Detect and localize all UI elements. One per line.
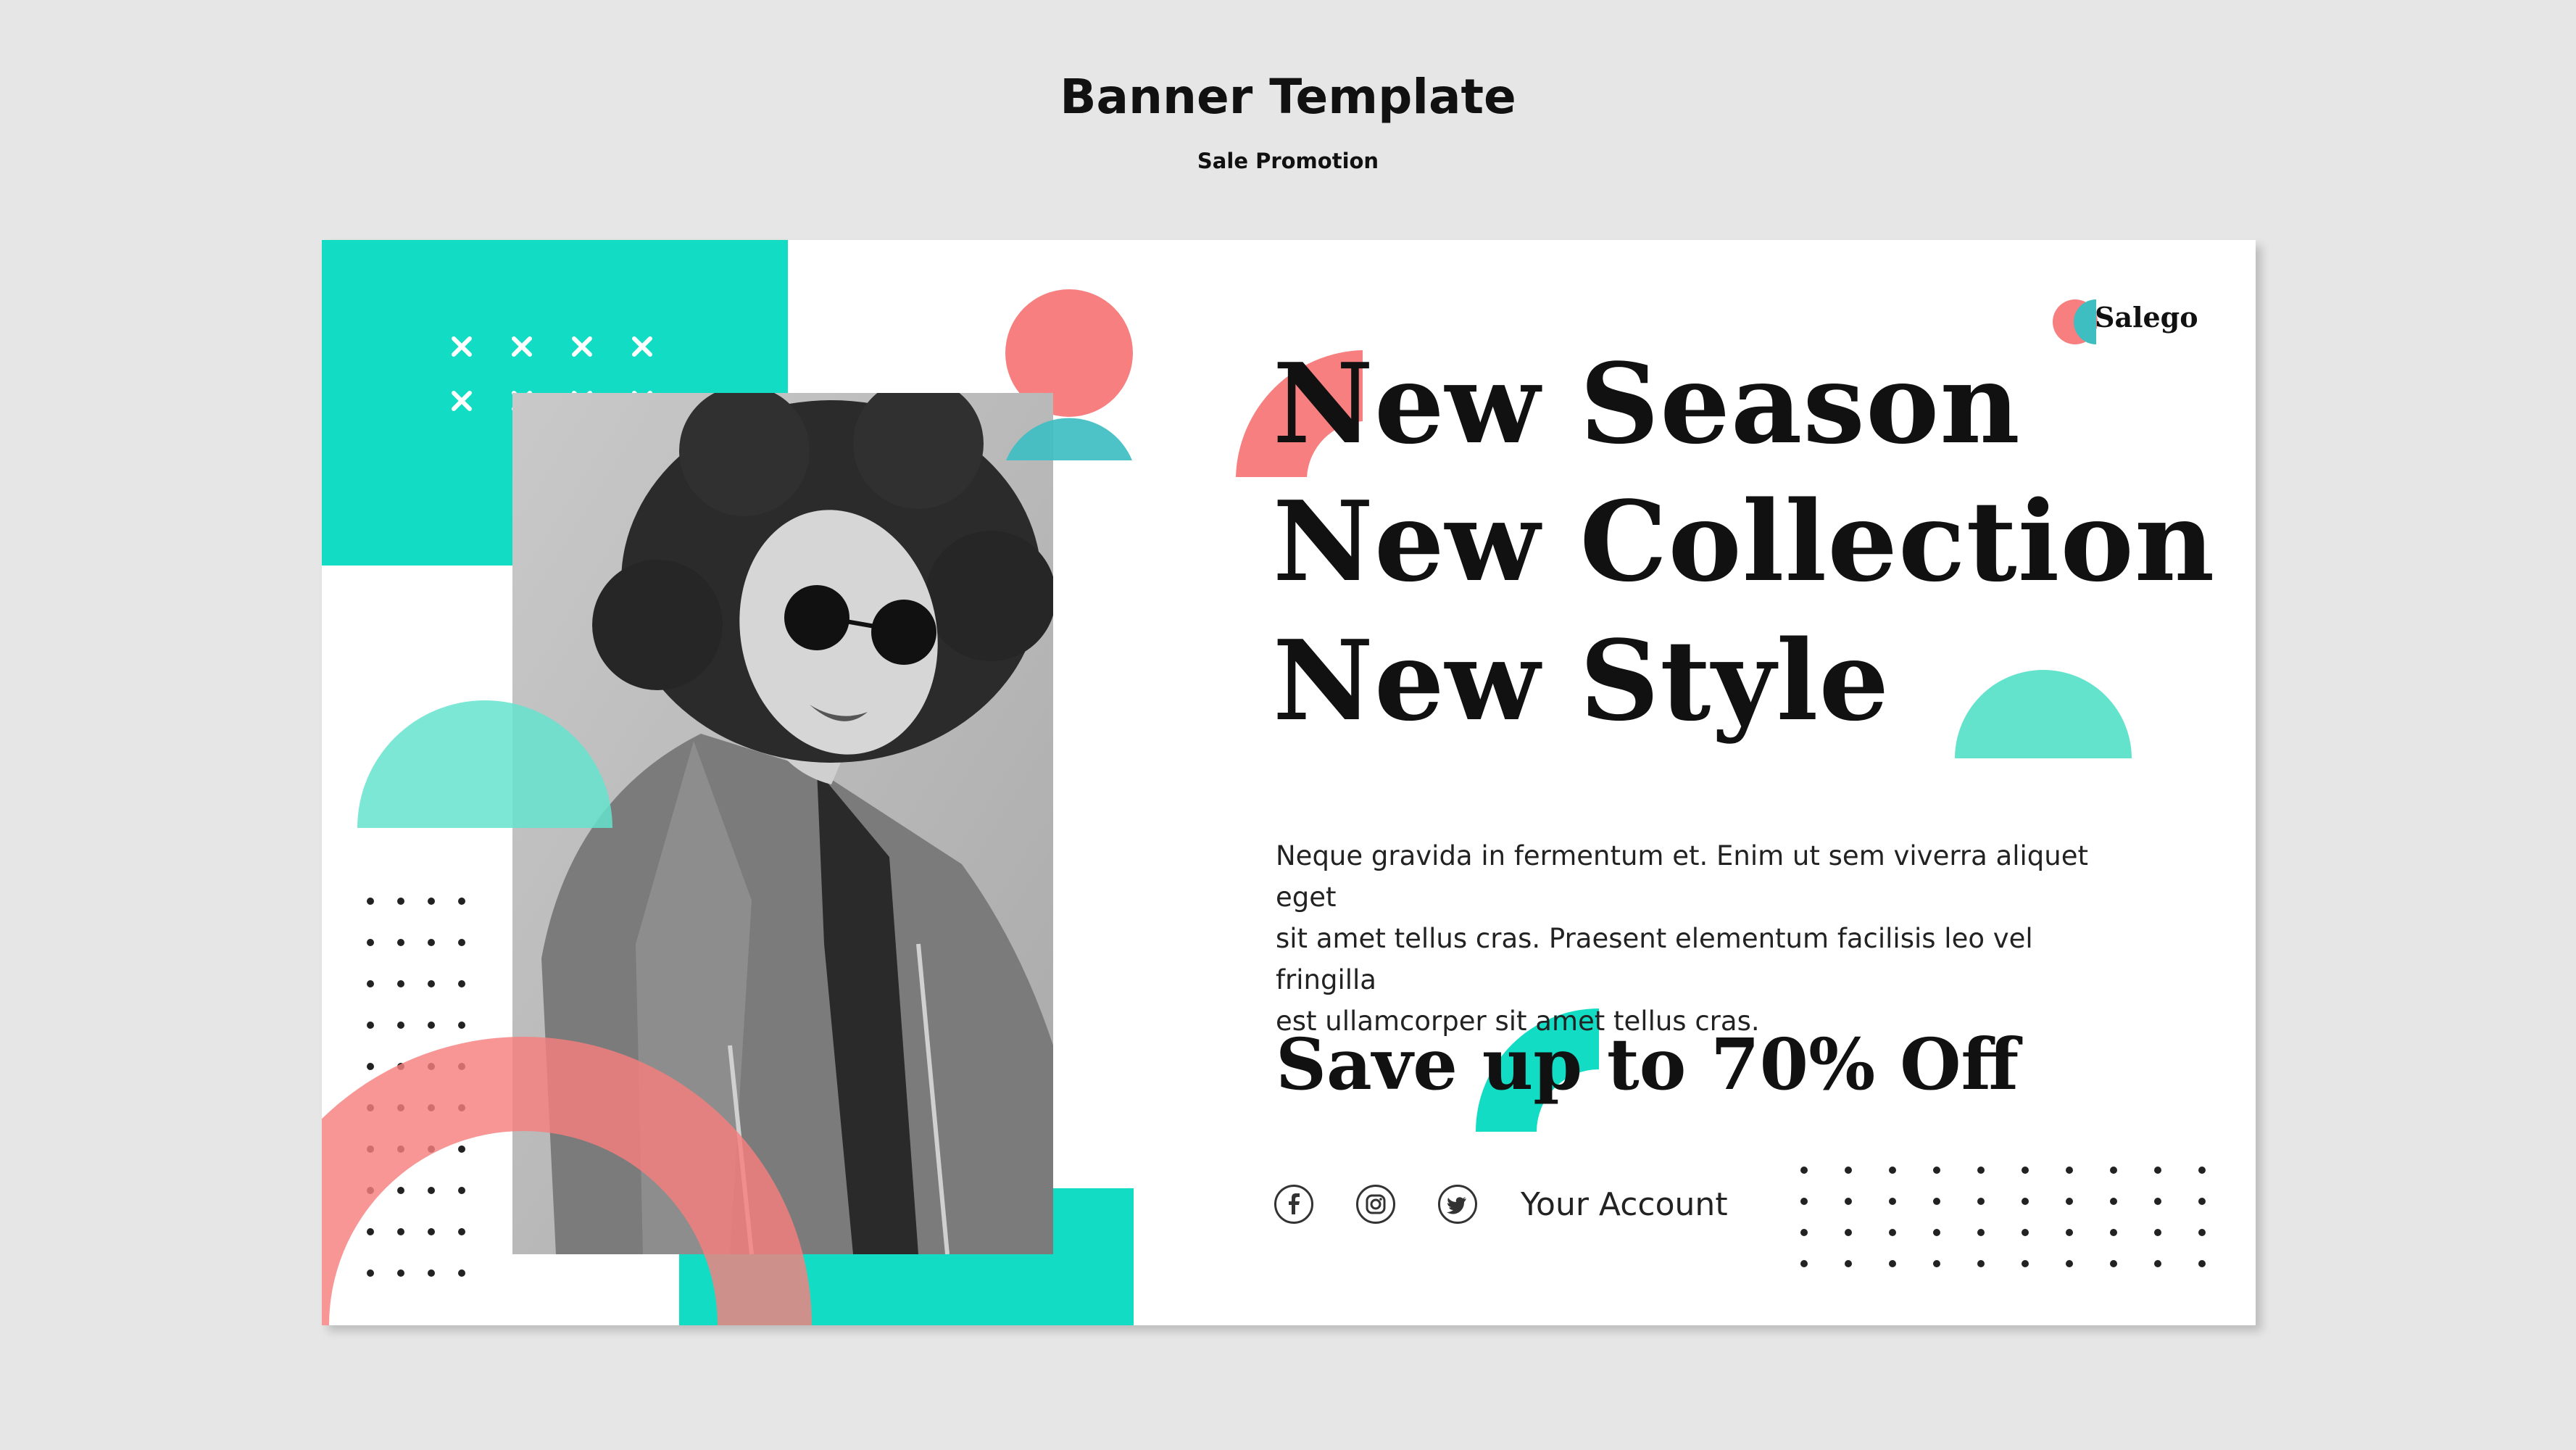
headline-line-3: New Style <box>1273 616 1890 745</box>
headline-line-2: New Collection <box>1273 476 2216 606</box>
offer-text: Save up to 70% Off <box>1276 1023 2019 1106</box>
twitter-icon[interactable] <box>1438 1185 1477 1224</box>
body-text: Neque gravida in fermentum et. Enim ut s… <box>1276 835 2109 1042</box>
brand-name: Salego <box>2095 301 2198 334</box>
page-title: Banner Template <box>1060 69 1516 125</box>
banner: Salego New Season New Collection New Sty… <box>322 240 2256 1325</box>
mint-semicircle-right <box>1955 670 2132 758</box>
page-subtitle: Sale Promotion <box>1197 149 1379 173</box>
body-line: Neque gravida in fermentum et. Enim ut s… <box>1276 840 2088 913</box>
model-photo <box>512 393 1053 1254</box>
account-link[interactable]: Your Account <box>1521 1186 1728 1223</box>
dot-grid-left <box>367 898 465 1277</box>
dot-grid-right <box>1800 1167 2206 1267</box>
headline-line-1: New Season <box>1273 339 2021 468</box>
facebook-icon[interactable] <box>1274 1185 1313 1224</box>
instagram-icon[interactable] <box>1356 1185 1395 1224</box>
body-line: sit amet tellus cras. Praesent elementum… <box>1276 923 2033 995</box>
